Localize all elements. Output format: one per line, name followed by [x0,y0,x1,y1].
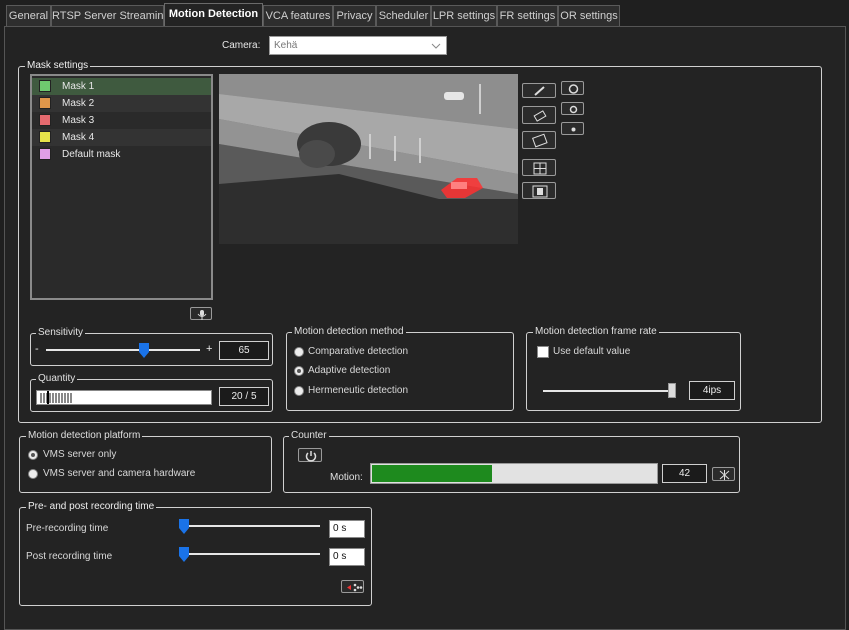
film-button[interactable] [522,182,556,199]
reset-icon [568,84,579,94]
sensitivity-minus: - [35,343,39,355]
mask-color-swatch [39,114,51,126]
post-recording-label: Post recording time [26,551,113,562]
move-arrows-icon [347,583,363,592]
tab-lpr-settings[interactable]: LPR settings [431,5,497,26]
frame-rate-slider-thumb[interactable] [668,383,676,398]
eraser-icon [533,110,547,122]
motion-label: Motion: [330,472,363,483]
tab-privacy[interactable]: Privacy [333,5,376,26]
mask-list[interactable]: Mask 1 Mask 2 Mask 3 Mask 4 Default mask [30,74,213,300]
microphone-icon [197,310,207,320]
tab-bar: General RTSP Server Streaming Motion Det… [0,0,849,27]
mask-color-swatch [39,131,51,143]
adaptive-detection-radio[interactable] [294,366,304,376]
mask-color-swatch [39,97,51,109]
list-item[interactable]: Mask 3 [32,112,211,129]
mask-color-swatch [39,80,51,92]
sensitivity-legend: Sensitivity [36,327,86,338]
brush-medium-button[interactable] [561,102,584,115]
tab-fr-settings[interactable]: FR settings [497,5,558,26]
use-default-value-label[interactable]: Use default value [553,346,630,357]
camera-select-value: Kehä [274,40,298,51]
camera-select[interactable]: Kehä [269,36,447,55]
tab-scheduler[interactable]: Scheduler [376,5,431,26]
tab-or-settings[interactable]: OR settings [558,5,620,26]
fill-button[interactable] [522,131,556,149]
sensitivity-plus: + [206,343,213,355]
post-recording-input[interactable]: 0 s [329,548,365,566]
tab-motion-detection[interactable]: Motion Detection [164,3,263,27]
frame-rate-slider-track[interactable] [543,390,673,392]
vms-server-camera-radio[interactable] [28,469,38,479]
pencil-button[interactable] [522,83,556,98]
motion-level-bar [370,463,658,484]
eraser-button[interactable] [522,106,556,124]
mask-settings-legend: Mask settings [25,60,91,71]
detection-method-legend: Motion detection method [292,326,406,337]
film-icon [532,185,548,198]
move-arrows-button[interactable] [341,580,364,593]
brush-small-button[interactable] [561,122,584,135]
grid-button[interactable] [522,159,556,176]
power-icon [305,451,317,462]
mask-label: Default mask [62,149,121,160]
brush-large-button[interactable] [561,81,584,95]
tab-rtsp-server-streaming[interactable]: RTSP Server Streaming [51,5,170,26]
fill-icon [532,133,548,148]
camera-label: Camera: [222,40,261,51]
mask-label: Mask 2 [62,98,95,109]
grid-icon [533,162,547,175]
mask-label: Mask 4 [62,132,95,143]
expand-button[interactable] [712,467,735,481]
sensitivity-value[interactable]: 65 [219,341,269,360]
expand-icon [719,470,730,480]
counter-legend: Counter [289,430,329,441]
pencil-icon [534,86,545,96]
mask-label: Mask 1 [62,81,95,92]
pre-recording-slider-track[interactable] [180,525,320,527]
list-item[interactable]: Mask 1 [32,78,211,95]
frame-rate-value[interactable]: 4ips [689,381,735,400]
pre-recording-label: Pre-recording time [26,523,109,534]
hermeneutic-detection-radio[interactable] [294,386,304,396]
recording-time-legend: Pre- and post recording time [26,501,157,512]
comparative-detection-radio[interactable] [294,347,304,357]
vms-server-camera-label[interactable]: VMS server and camera hardware [43,468,195,479]
detection-platform-group [19,436,272,493]
quantity-bar[interactable] [36,390,212,405]
chevron-down-icon [431,43,441,49]
comparative-detection-label[interactable]: Comparative detection [308,346,408,357]
list-item[interactable]: Mask 2 [32,95,211,112]
use-default-value-checkbox[interactable] [537,346,549,358]
mask-label: Mask 3 [62,115,95,126]
vms-server-only-label[interactable]: VMS server only [43,449,116,460]
quantity-ticks [40,391,72,404]
vms-server-only-radio[interactable] [28,450,38,460]
list-item[interactable]: Mask 4 [32,129,211,146]
motion-level-fill [372,465,492,482]
mask-color-swatch [39,148,51,160]
tab-general[interactable]: General [6,5,51,26]
motion-value: 42 [662,464,707,483]
quantity-legend: Quantity [36,373,78,384]
adaptive-detection-label[interactable]: Adaptive detection [308,365,390,376]
brush-medium-icon [569,105,578,114]
detection-platform-legend: Motion detection platform [26,430,143,441]
quantity-value[interactable]: 20 / 5 [219,387,269,406]
frame-rate-legend: Motion detection frame rate [533,326,659,337]
pre-recording-input[interactable]: 0 s [329,520,365,538]
brush-small-icon [571,127,576,132]
power-button[interactable] [298,448,322,462]
hermeneutic-detection-label[interactable]: Hermeneutic detection [308,385,408,396]
post-recording-slider-track[interactable] [180,553,320,555]
microphone-button[interactable] [190,307,212,320]
tab-vca-features[interactable]: VCA features [263,5,333,26]
sensitivity-slider-track[interactable] [46,349,200,351]
list-item[interactable]: Default mask [32,146,211,163]
camera-preview-image[interactable] [219,74,518,244]
